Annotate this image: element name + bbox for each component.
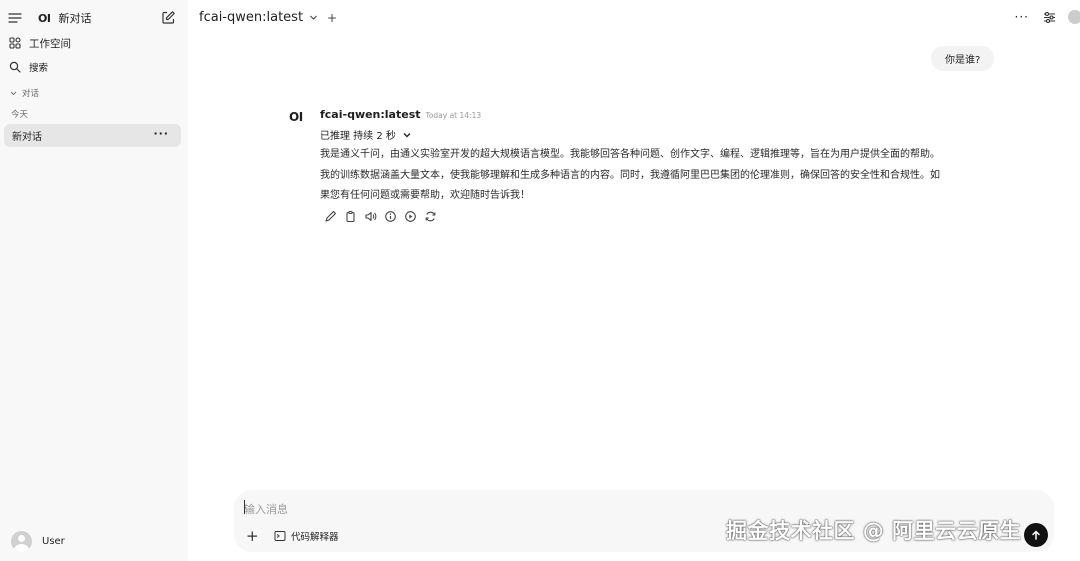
assistant-avatar: OI [289,110,303,124]
menu-icon[interactable] [8,11,22,25]
answer-line: 果您有任何问题或需要帮助，欢迎随时告诉我！ [320,190,530,201]
info-icon[interactable] [384,210,397,223]
sidebar-top: OI 新对话 [8,8,180,28]
add-model-button[interactable]: + [327,11,337,25]
message-actions [324,210,444,223]
edit-icon[interactable] [324,210,337,223]
watermark: 掘金技术社区 @ 阿里云云原生 [726,519,1022,543]
new-chat-icon[interactable] [161,10,176,25]
top-bar: fcai-qwen:latest + ··· [188,0,1080,36]
model-selector[interactable]: fcai-qwen:latest + [199,10,337,25]
user-message: 你是谁? [931,46,995,71]
new-chat-label[interactable]: 新对话 [58,10,91,26]
terminal-icon [274,530,286,542]
search-icon [9,61,21,73]
app: OI 新对话 工作空间 搜索 对话 今天 新对话 ··· User fcai-q… [0,0,1080,561]
chat-item-more-button[interactable]: ··· [153,127,169,140]
regenerate-icon[interactable] [424,210,437,223]
assistant-message-header: fcai-qwen:latest Today at 14:13 [320,108,481,121]
assistant-model-name: fcai-qwen:latest [320,108,421,121]
avatar [11,531,32,552]
reasoning-label: 已推理 持续 2 秒 [320,131,396,142]
sidebar: OI 新对话 工作空间 搜索 对话 今天 新对话 ··· User [0,0,188,561]
user-message-text: 你是谁? [945,55,981,66]
chevron-down-icon [9,89,18,98]
message-timestamp: Today at 14:13 [425,111,482,120]
app-logo[interactable]: OI [38,12,51,25]
top-right-controls: ··· [1015,10,1080,24]
assistant-message-text: 我是通义千问，由通义实验室开发的超大规模语言模型。我能够回答各种问题、创作文字、… [320,145,1010,207]
copy-icon[interactable] [344,210,357,223]
play-icon[interactable] [404,210,417,223]
chevron-down-icon [309,13,318,22]
chevron-down-icon [402,130,412,140]
workspace-icon [9,37,21,49]
controls-icon[interactable] [1043,11,1056,24]
reasoning-toggle[interactable]: 已推理 持续 2 秒 [320,127,412,142]
sidebar-item-search[interactable]: 搜索 [9,59,48,75]
chat-item[interactable]: 新对话 ··· [4,124,181,147]
date-group-label: 今天 [11,110,29,120]
speaker-icon[interactable] [364,210,377,223]
chat-item-title: 新对话 [12,132,42,143]
sidebar-item-label: 工作空间 [29,37,71,50]
code-interpreter-toggle[interactable]: 代码解释器 [274,529,339,543]
user-name: User [42,536,65,547]
code-interpreter-label: 代码解释器 [291,532,339,543]
date-group-today: 今天 [11,108,28,120]
message-input[interactable]: 输入消息 [244,501,288,517]
answer-line: 我的训练数据涵盖大量文本，使我能够理解和生成多种语言的内容。同时，我遵循阿里巴巴… [320,169,940,181]
arrow-up-icon [1030,529,1042,541]
sidebar-item-label: 搜索 [29,63,49,74]
send-button[interactable] [1024,523,1048,547]
avatar[interactable] [1068,10,1080,24]
text-caret [244,500,245,514]
chat-main: fcai-qwen:latest + ··· 你是谁? OI fcai-qwen… [188,0,1080,561]
attach-button[interactable]: + [246,527,259,545]
chats-section-header[interactable]: 对话 [9,87,39,99]
answer-line: 我是通义千问，由通义实验室开发的超大规模语言模型。我能够回答各种问题、创作文字、… [320,149,940,160]
sidebar-item-workspace[interactable]: 工作空间 [9,35,71,51]
more-options-button[interactable]: ··· [1015,10,1029,24]
user-menu[interactable]: User [11,531,65,552]
section-label: 对话 [22,89,40,99]
model-title: fcai-qwen:latest [199,10,304,25]
